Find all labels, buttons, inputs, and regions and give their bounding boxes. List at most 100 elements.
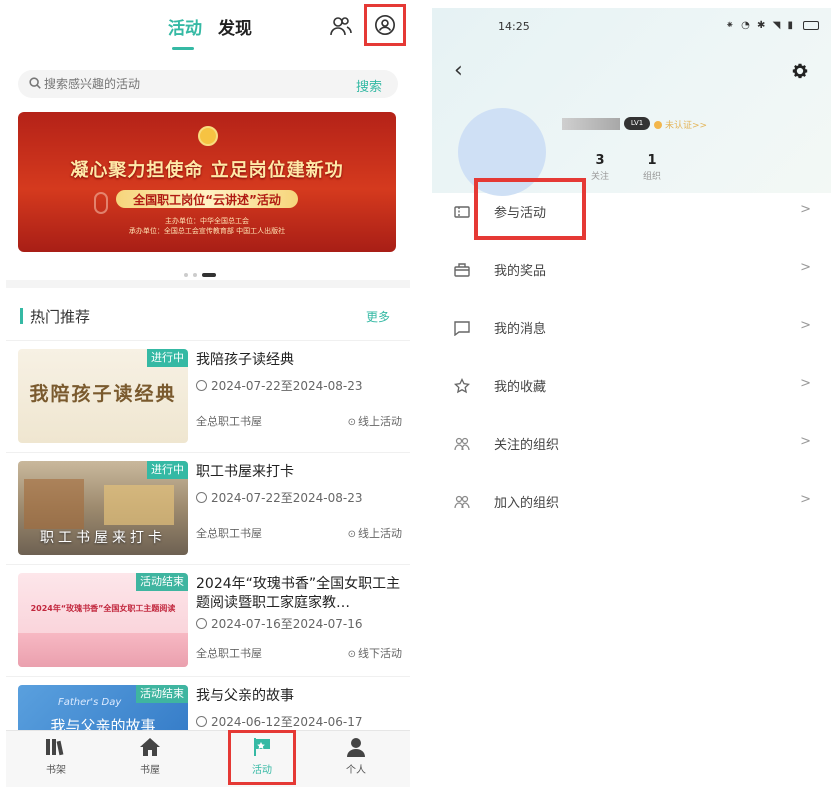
banner-co-organizer: 承办单位：全国总工会宣传教育部 中国工人出版社 <box>128 227 286 235</box>
highlight-box-joined-activities <box>474 178 586 240</box>
chevron-right-icon: > <box>800 202 811 217</box>
highlight-box-activity-nav <box>228 730 296 785</box>
nav-personal[interactable]: 个人 <box>326 737 386 776</box>
home-icon <box>140 738 160 756</box>
clock-icon <box>196 618 207 629</box>
activity-card[interactable]: 职工书屋来打卡 进行中 职工书屋来打卡 2024-07-22至2024-08-2… <box>6 452 410 564</box>
activity-date: 2024-07-16至2024-07-16 <box>196 615 362 632</box>
clock-icon <box>196 380 207 391</box>
chevron-right-icon: > <box>800 434 811 449</box>
menu-item-followed-orgs[interactable]: 关注的组织 > <box>432 416 831 474</box>
message-icon <box>454 321 470 336</box>
screenshot-stage: 活动 发现 搜索 凝心聚力担使命 立足岗位建新功 全国职工岗位“云讲述”活动 主 <box>0 0 831 787</box>
group-icon <box>454 495 470 509</box>
menu-label: 加入的组织 <box>494 496 560 511</box>
activity-organizer: 全总职工书屋 <box>196 415 262 428</box>
menu-item-joined-orgs[interactable]: 加入的组织 > <box>432 474 831 532</box>
activity-banner[interactable]: 凝心聚力担使命 立足岗位建新功 全国职工岗位“云讲述”活动 主办单位：中华全国总… <box>18 112 396 252</box>
search-bar: 搜索 <box>18 70 398 98</box>
section-separator <box>6 280 410 288</box>
activity-mode: ⊙ 线下活动 <box>347 647 402 660</box>
activity-card[interactable]: 我陪孩子读经典 进行中 我陪孩子读经典 2024-07-22至2024-08-2… <box>6 340 410 452</box>
search-input[interactable] <box>44 74 314 94</box>
clock-icon <box>196 492 207 503</box>
banner-subtitle: 全国职工岗位“云讲述”活动 <box>133 193 281 207</box>
activity-date: 2024-07-22至2024-08-23 <box>196 489 362 506</box>
bottom-nav: 书架 书屋 活动 个人 <box>6 730 410 787</box>
union-emblem-icon <box>198 126 218 146</box>
auth-status[interactable]: 未认证>> <box>654 118 707 131</box>
tab-underline <box>172 47 194 50</box>
group-icon <box>454 437 470 451</box>
status-bar: 14:25 ⁕ ◔ ✱ ◥ ▮ <box>432 8 831 38</box>
banner-organizer: 主办单位：中华全国总工会 <box>165 217 249 225</box>
menu-label: 我的消息 <box>494 322 547 337</box>
thumbnail-caption: 2024年“玫瑰书香”全国女职工主题阅读 <box>30 604 176 613</box>
menu-item-my-prizes[interactable]: 我的奖品 > <box>432 242 831 300</box>
person-icon <box>347 738 365 757</box>
level-badge: LV1 <box>624 117 650 130</box>
activity-date: 2024-06-12至2024-06-17 <box>196 713 362 730</box>
carousel-dots[interactable] <box>184 264 221 277</box>
section-title: 热门推荐 <box>30 308 91 326</box>
chevron-right-icon: > <box>800 376 811 391</box>
location-pin-icon: ⊙ <box>347 417 356 428</box>
hot-recommend-header: 热门推荐 更多 <box>6 296 410 336</box>
activity-title: 职工书屋来打卡 <box>196 464 294 480</box>
nav-bookshelf[interactable]: 书架 <box>26 737 86 776</box>
personal-page: 14:25 ⁕ ◔ ✱ ◥ ▮ ‹ LV1 未认证>> 3 关注 1 组织 参与… <box>432 8 831 787</box>
menu-label: 关注的组织 <box>494 438 560 453</box>
menu-label: 我的收藏 <box>494 380 547 395</box>
status-icons: ⁕ ◔ ✱ ◥ ▮ <box>725 20 795 31</box>
ticket-icon <box>454 206 470 218</box>
location-pin-icon: ⊙ <box>347 529 356 540</box>
activity-title: 我陪孩子读经典 <box>196 352 294 368</box>
thumbnail-subcaption: Father's Day <box>58 697 122 708</box>
stat-following[interactable]: 3 关注 <box>580 153 620 182</box>
thumbnail-caption: 我陪孩子读经典 <box>29 383 177 405</box>
gift-icon <box>454 263 470 277</box>
gear-icon[interactable] <box>791 62 809 80</box>
friends-icon[interactable] <box>329 14 353 38</box>
profile-header: 14:25 ⁕ ◔ ✱ ◥ ▮ ‹ LV1 未认证>> 3 关注 1 组织 <box>432 8 831 196</box>
chevron-right-icon: > <box>800 318 811 333</box>
menu-item-my-messages[interactable]: 我的消息 > <box>432 300 831 358</box>
chevron-right-icon: > <box>800 492 811 507</box>
tab-discover[interactable]: 发现 <box>218 14 252 39</box>
stat-organizations[interactable]: 1 组织 <box>632 153 672 182</box>
activity-mode: ⊙ 线上活动 <box>347 415 402 428</box>
activity-thumbnail: 职工书屋来打卡 进行中 <box>18 461 188 555</box>
nav-bookhouse[interactable]: 书屋 <box>120 737 180 776</box>
battery-icon <box>803 21 819 30</box>
activity-thumbnail: 2024年“玫瑰书香”全国女职工主题阅读 活动结束 <box>18 573 188 667</box>
chevron-right-icon: > <box>800 260 811 275</box>
more-link[interactable]: 更多 <box>366 308 390 325</box>
location-pin-icon: ⊙ <box>347 649 356 660</box>
banner-headline: 凝心聚力担使命 立足岗位建新功 <box>70 160 344 181</box>
activity-organizer: 全总职工书屋 <box>196 647 262 660</box>
username-blurred <box>562 118 620 130</box>
activity-page: 活动 发现 搜索 凝心聚力担使命 立足岗位建新功 全国职工岗位“云讲述”活动 主 <box>6 0 410 787</box>
thumbnail-caption: 职工书屋来打卡 <box>40 530 166 546</box>
bookshelf-icon <box>46 739 64 756</box>
activity-thumbnail: 我陪孩子读经典 进行中 <box>18 349 188 443</box>
activity-card[interactable]: 2024年“玫瑰书香”全国女职工主题阅读 活动结束 2024年“玫瑰书香”全国女… <box>6 564 410 676</box>
search-button[interactable]: 搜索 <box>356 76 382 95</box>
status-time: 14:25 <box>498 20 530 33</box>
section-accent-bar <box>20 308 23 324</box>
activity-mode: ⊙ 线上活动 <box>347 527 402 540</box>
profile-button[interactable] <box>364 4 406 46</box>
search-icon <box>29 77 41 89</box>
clock-icon <box>196 716 207 727</box>
activity-date: 2024-07-22至2024-08-23 <box>196 377 362 394</box>
status-badge: 进行中 <box>147 349 188 367</box>
status-badge: 活动结束 <box>136 685 188 703</box>
menu-label: 我的奖品 <box>494 264 547 279</box>
activity-title: 2024年“玫瑰书香”全国女职工主题阅读暨职工家庭家教… <box>196 576 401 611</box>
top-nav: 活动 发现 <box>6 0 410 56</box>
auth-icon <box>654 121 662 129</box>
status-badge: 活动结束 <box>136 573 188 591</box>
back-arrow-icon[interactable]: ‹ <box>454 58 463 83</box>
menu-item-my-favorites[interactable]: 我的收藏 > <box>432 358 831 416</box>
tab-activity[interactable]: 活动 <box>168 14 202 39</box>
